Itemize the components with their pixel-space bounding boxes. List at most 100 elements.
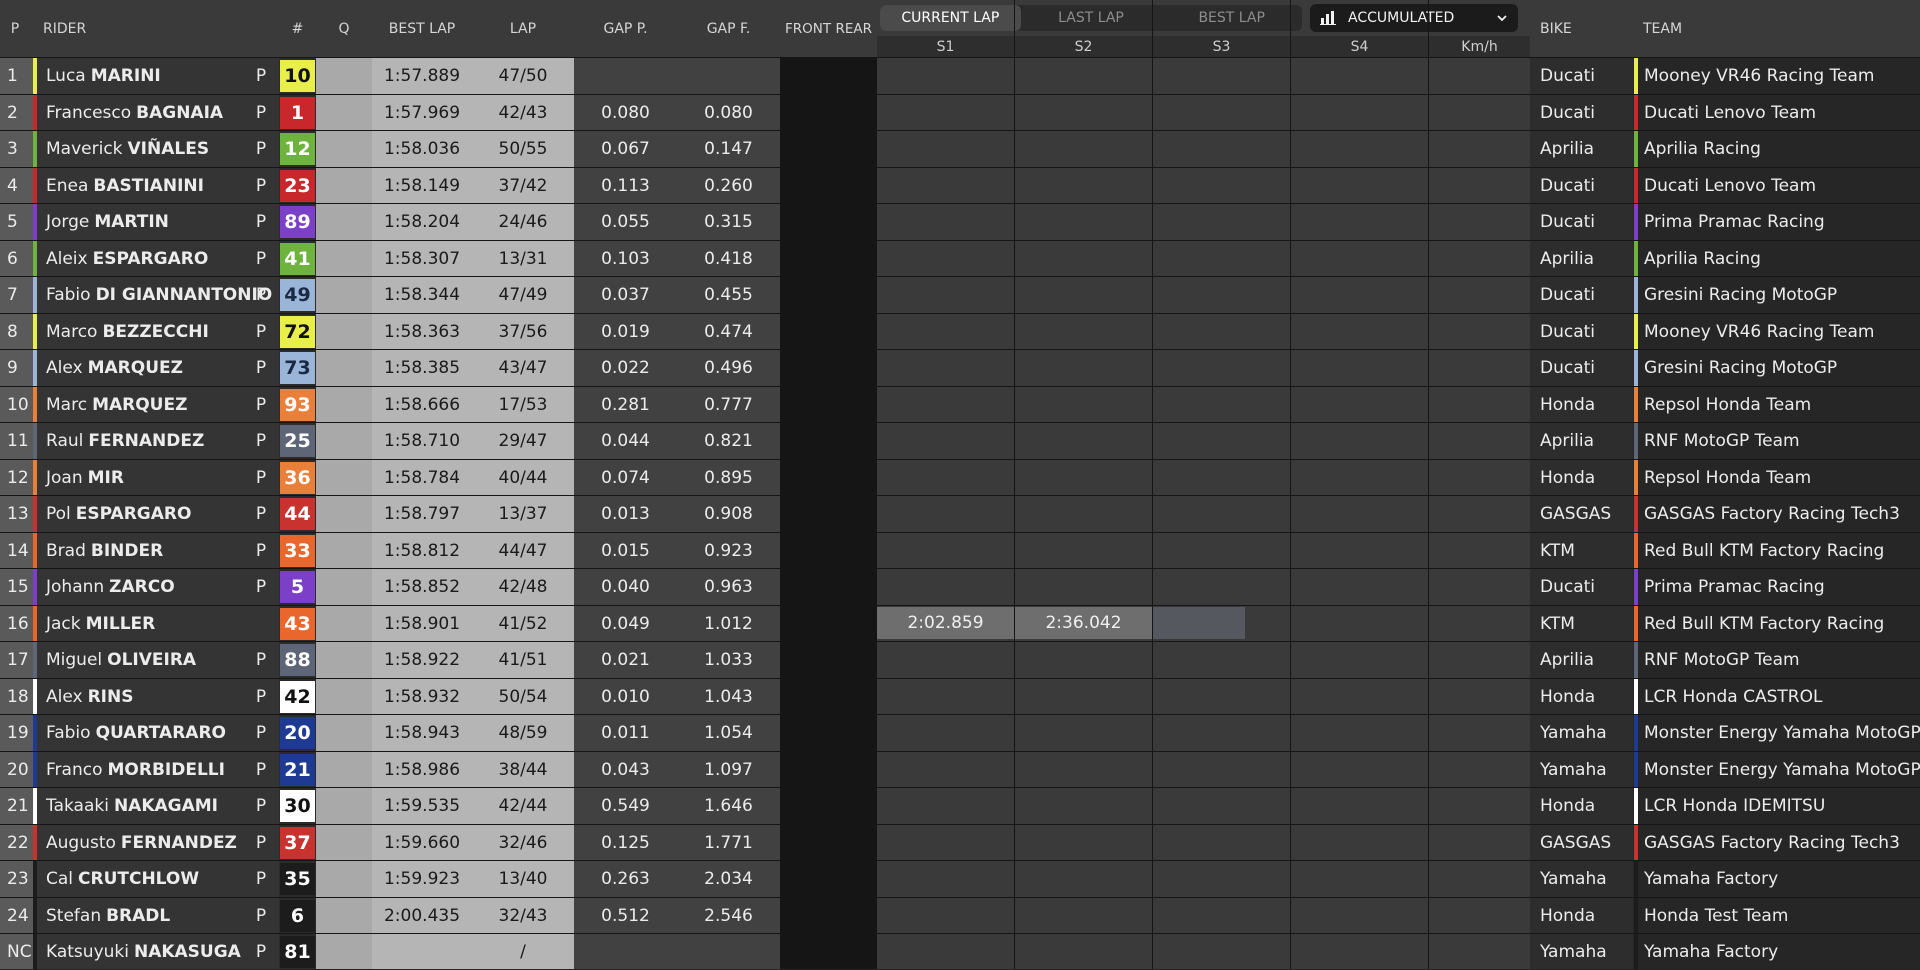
rider-last-name: MORBIDELLI [107, 759, 225, 780]
table-row[interactable]: 5 Jorge MARTIN P 89 1:58.204 24/46 0.055 0.315 Du… [0, 203, 1920, 240]
rider-first-name: Pol [46, 504, 71, 524]
table-row[interactable]: 19 Fabio QUARTARARO P 20 1:58.943 48/59 0.011 1.… [0, 714, 1920, 751]
rider-name[interactable]: Katsuyuki NAKASUGA [46, 934, 276, 970]
table-row[interactable]: 3 Maverick VIÑALES P 12 1:58.036 50/55 0.067 0.1… [0, 130, 1920, 167]
table-row[interactable]: 10 Marc MARQUEZ P 93 1:58.666 17/53 0.281 0.777 H… [0, 385, 1920, 423]
table-row[interactable]: 12 Joan MIR P 36 1:58.784 40/44 0.074 0.895 Honda… [0, 458, 1920, 496]
lap-count: 43/47 [498, 358, 548, 378]
pit-flag: P [255, 394, 267, 415]
position: 14 [7, 540, 29, 561]
gap-first: 0.080 [704, 102, 753, 123]
position: 6 [7, 248, 18, 269]
pit-flag: P [255, 467, 267, 488]
rider-name[interactable]: Miguel OLIVEIRA [46, 642, 276, 678]
rider-name[interactable]: Marc MARQUEZ [46, 387, 276, 423]
gap-first: 1.097 [704, 759, 753, 780]
rider-name[interactable]: Brad BINDER [46, 533, 276, 569]
lap-count: 13/37 [498, 504, 548, 524]
table-row[interactable]: 2 Francesco BAGNAIA P 1 1:57.969 42/43 0.080 0.0… [0, 93, 1920, 131]
team-name: Yamaha Factory [1644, 869, 1779, 889]
bike-make: Aprilia [1540, 431, 1594, 451]
rider-name[interactable]: Fabio QUARTARARO [46, 715, 276, 751]
rider-name[interactable]: Johann ZARCO [46, 569, 276, 605]
table-row[interactable]: 9 Alex MARQUEZ P 73 1:58.385 43/47 0.022 0.496 Du… [0, 349, 1920, 386]
best-lap-time: 1:59.535 [383, 796, 461, 816]
table-row[interactable]: 7 Fabio DI GIANNANTONIO P 49 1:58.344 47/49 0.0… [0, 276, 1920, 313]
pit-flag [252, 606, 270, 642]
team-color-stripe [33, 204, 37, 240]
rider-name[interactable]: Cal CRUTCHLOW [46, 861, 276, 897]
team-color-stripe [1634, 642, 1638, 678]
table-row[interactable]: 8 Marco BEZZECCHI P 72 1:58.363 37/56 0.019 0.47… [0, 312, 1920, 350]
table-row[interactable]: 22 Augusto FERNANDEZ P 37 1:59.660 32/46 0.125 1… [0, 823, 1920, 861]
header-best-lap[interactable]: BEST LAP [372, 0, 472, 57]
rider-name[interactable]: Fabio DI GIANNANTONIO [46, 277, 276, 313]
rider-name[interactable]: Marco BEZZECCHI [46, 314, 276, 350]
team-color-stripe [1634, 58, 1638, 94]
bike-make: Aprilia [1540, 248, 1594, 269]
team-name: Honda Test Team [1644, 905, 1789, 926]
rider-name[interactable]: Takaaki NAKAGAMI [46, 788, 276, 824]
table-row[interactable]: 18 Alex RINS P 42 1:58.932 50/54 0.010 1.043 Hond… [0, 677, 1920, 715]
table-row[interactable]: 21 Takaaki NAKAGAMI P 30 1:59.535 42/44 0.549 1.… [0, 787, 1920, 824]
rider-number-badge: 88 [280, 644, 315, 676]
gap-first: 0.923 [704, 540, 753, 561]
position: 15 [7, 577, 29, 597]
table-row[interactable]: 17 Miguel OLIVEIRA P 88 1:58.922 41/51 0.021 1.0… [0, 641, 1920, 678]
table-row[interactable]: 15 Johann ZARCO P 5 1:58.852 42/48 0.040 0.963 Du… [0, 568, 1920, 605]
rider-name[interactable]: Alex RINS [46, 679, 276, 715]
table-row[interactable]: 11 Raul FERNANDEZ P 25 1:58.710 29/47 0.044 0.82… [0, 422, 1920, 459]
team-name: Mooney VR46 Racing Team [1644, 321, 1875, 342]
header-rider[interactable]: RIDER [33, 0, 279, 57]
table-row[interactable]: NC Katsuyuki NAKASUGA P 81/Yamaha Yamaha Fact… [0, 933, 1920, 970]
tab-best-lap[interactable]: BEST LAP [1161, 5, 1302, 31]
table-row[interactable]: 1 Luca MARINI P 10 1:57.889 47/50 Ducati Mooney … [0, 57, 1920, 94]
table-row[interactable]: 4 Enea BASTIANINI P 23 1:58.149 37/42 0.113 0.26… [0, 166, 1920, 204]
rider-name[interactable]: Raul FERNANDEZ [46, 423, 276, 459]
rider-last-name: MARINI [90, 66, 161, 86]
bike-make: Ducati [1540, 66, 1596, 86]
rider-name[interactable]: Maverick VIÑALES [46, 131, 276, 167]
header-team: TEAM [1643, 20, 1683, 37]
tab-current-lap[interactable]: CURRENT LAP [880, 5, 1021, 31]
table-row[interactable]: 13 Pol ESPARGARO P 44 1:58.797 13/37 0.013 0.908… [0, 495, 1920, 532]
rider-name[interactable]: Pol ESPARGARO [46, 496, 276, 532]
gap-previous: 0.043 [601, 759, 650, 780]
header-p: P [10, 20, 20, 37]
rider-name[interactable]: Francesco BAGNAIA [46, 95, 276, 131]
rider-name[interactable]: Aleix ESPARGARO [46, 241, 276, 277]
accumulated-dropdown[interactable]: ACCUMULATED [1310, 4, 1518, 32]
rider-name[interactable]: Alex MARQUEZ [46, 350, 276, 386]
lap-count: 50/55 [498, 139, 548, 159]
rider-name[interactable]: Enea BASTIANINI [46, 168, 276, 204]
gap-previous: 0.010 [601, 686, 650, 707]
bike-make: GASGAS [1540, 832, 1612, 853]
table-row[interactable]: 14 Brad BINDER P 33 1:58.812 44/47 0.015 0.923 KT… [0, 531, 1920, 569]
rider-name[interactable]: Joan MIR [46, 460, 276, 496]
best-lap-time: 1:58.307 [383, 248, 461, 269]
table-row[interactable]: 24 Stefan BRADL P 6 2:00.435 32/43 0.512 2.546 Ho… [0, 896, 1920, 934]
rider-name[interactable]: Jorge MARTIN [46, 204, 276, 240]
rider-first-name: Alex [46, 686, 83, 707]
rider-name[interactable]: Luca MARINI [46, 58, 276, 94]
tab-last-lap[interactable]: LAST LAP [1021, 5, 1162, 31]
table-row[interactable]: 23 Cal CRUTCHLOW P 35 1:59.923 13/40 0.263 2.034… [0, 860, 1920, 897]
rider-number-badge: 10 [280, 60, 315, 92]
rider-name[interactable]: Stefan BRADL [46, 898, 276, 934]
table-row[interactable]: 16 Jack MILLER 43 1:58.901 41/52 0.049 1.012 2:0… [0, 604, 1920, 642]
gap-previous: 0.067 [601, 139, 650, 159]
gap-first: 1.043 [704, 686, 753, 707]
rider-name[interactable]: Augusto FERNANDEZ [46, 825, 276, 861]
rider-name[interactable]: Franco MORBIDELLI [46, 752, 276, 788]
lap-count: 47/50 [498, 66, 548, 86]
rider-last-name: FERNANDEZ [88, 431, 205, 451]
header-s4: S4 [1291, 36, 1428, 57]
gap-previous: 0.019 [601, 321, 650, 342]
best-lap-time: 2:00.435 [383, 905, 461, 926]
rider-name[interactable]: Jack MILLER [46, 606, 276, 642]
rider-number-badge: 73 [280, 352, 315, 384]
table-row[interactable]: 20 Franco MORBIDELLI P 21 1:58.986 38/44 0.043 1… [0, 750, 1920, 788]
lap-count: / [520, 942, 526, 962]
team-color-stripe [1634, 788, 1638, 824]
table-row[interactable]: 6 Aleix ESPARGARO P 41 1:58.307 13/31 0.103 0.41… [0, 239, 1920, 277]
